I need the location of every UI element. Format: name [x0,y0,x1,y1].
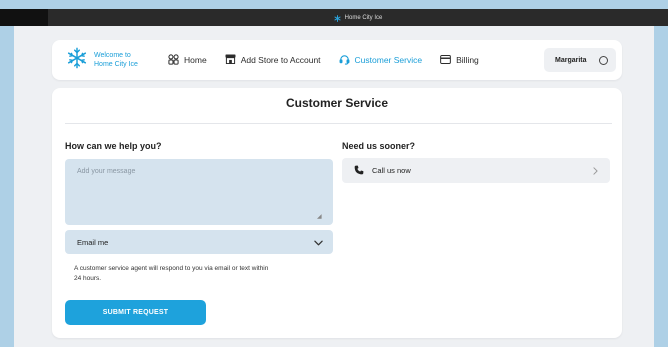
nav-add-store-label: Add Store to Account [240,55,321,65]
window-title: Home City Ice [344,14,383,21]
customer-service-card: Customer Service How can we help you? ◢ … [52,88,622,338]
nav-home-label: Home [184,55,207,65]
user-menu[interactable]: Margarita [544,48,616,72]
titlebar-center: Home City Ice [48,9,668,26]
help-heading: How can we help you? [65,141,162,151]
title-divider [65,123,612,124]
chevron-right-icon [593,162,598,180]
card-icon [440,54,451,66]
sooner-heading: Need us sooner? [342,141,416,151]
page-title: Customer Service [285,96,389,110]
response-note: A customer service agent will respond to… [74,265,269,282]
nav-billing-label: Billing [456,55,479,65]
nav-customer-service[interactable]: Customer Service [339,54,423,67]
call-us-now-label: Call us now [372,166,411,175]
snowflake-logo-icon [66,47,88,74]
submit-request-button[interactable]: SUBMIT REQUEST [65,300,206,325]
logo-line-2: Home City Ice [94,61,138,68]
resize-grip-icon[interactable]: ◢ [317,213,322,220]
snowflake-icon [334,9,341,27]
nav-customer-service-label: Customer Service [354,55,423,65]
phone-icon [354,162,364,180]
store-icon [225,54,236,66]
window-titlebar: Home City Ice [0,0,668,26]
nav-billing[interactable]: Billing [440,54,479,66]
page: Welcome to Home City Ice Home Add Store … [14,26,654,347]
grid-icon [168,53,179,67]
user-name: Margarita [555,56,587,64]
logo[interactable]: Welcome to Home City Ice [66,47,168,74]
titlebar-left-block [0,9,48,26]
message-input[interactable] [65,159,333,225]
nav-add-store[interactable]: Add Store to Account [225,54,321,66]
top-nav: Welcome to Home City Ice Home Add Store … [52,40,622,80]
chevron-down-icon [314,233,323,251]
user-avatar-icon [599,55,608,65]
headset-icon [339,54,350,67]
call-us-now-button[interactable]: Call us now [342,158,610,183]
logo-line-1: Welcome to [94,52,131,59]
contact-method-value: Email me [77,237,109,247]
contact-method-select[interactable]: Email me [65,230,333,254]
nav-home[interactable]: Home [168,53,207,67]
